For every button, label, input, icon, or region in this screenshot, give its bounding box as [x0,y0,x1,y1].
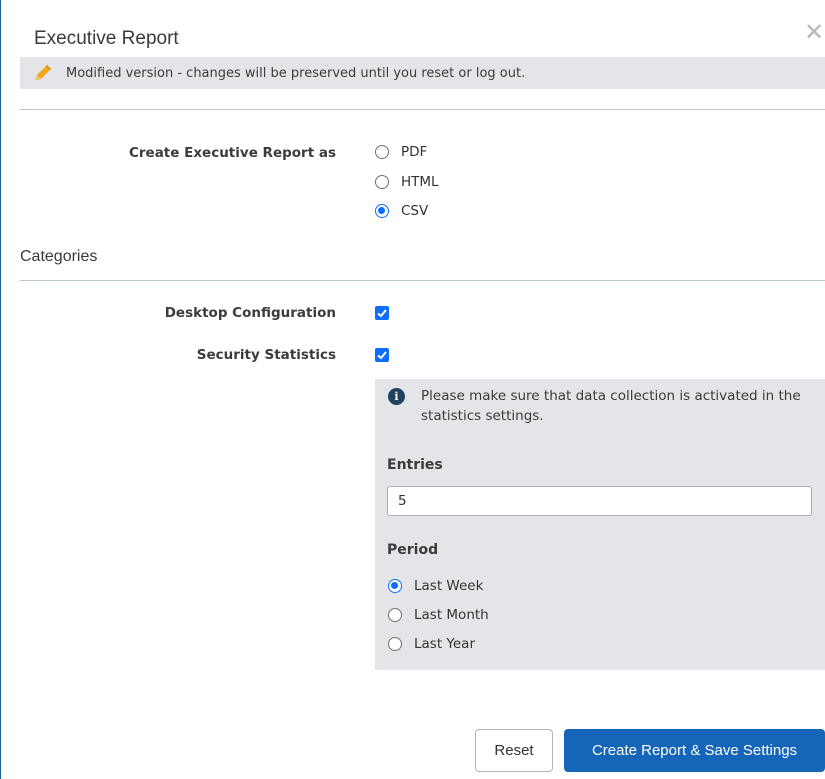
radio-html-button[interactable] [375,175,389,189]
desktop-configuration-checkbox[interactable] [375,306,389,320]
radio-pdf[interactable]: PDF [375,144,427,160]
period-label: Period [387,542,439,558]
create-report-button[interactable]: Create Report & Save Settings [564,729,825,772]
radio-html[interactable]: HTML [375,174,439,190]
divider [20,280,825,281]
notice-text: Modified version - changes will be prese… [66,65,526,81]
format-label: Create Executive Report as [128,145,336,161]
security-statistics-checkbox[interactable] [375,348,389,362]
radio-csv-label: CSV [401,203,429,219]
entries-label: Entries [387,457,443,473]
radio-last-month-label: Last Month [414,607,489,623]
radio-last-year-label: Last Year [414,636,475,652]
radio-last-year-button[interactable] [388,637,402,651]
security-statistics-label: Security Statistics [196,347,336,363]
radio-last-year[interactable]: Last Year [388,636,475,652]
dialog-border [0,0,1,779]
radio-csv[interactable]: CSV [375,203,428,219]
radio-pdf-button[interactable] [375,145,389,159]
info-icon: i [388,388,405,405]
radio-pdf-label: PDF [401,144,428,160]
modified-notice: Modified version - changes will be prese… [20,57,825,89]
categories-heading: Categories [20,248,98,265]
radio-last-week[interactable]: Last Week [388,578,483,594]
dialog-title: Executive Report [34,28,179,49]
info-message: Please make sure that data collection is… [421,388,801,424]
radio-csv-button[interactable] [375,204,389,218]
pencil-icon [35,65,51,80]
entries-input[interactable] [387,486,812,516]
close-icon[interactable]: ✕ [804,20,824,44]
radio-html-label: HTML [401,174,439,190]
checkmark-icon [377,351,387,360]
radio-last-month-button[interactable] [388,608,402,622]
checkmark-icon [377,309,387,318]
radio-last-week-label: Last Week [414,578,484,594]
radio-last-week-button[interactable] [388,579,402,593]
divider [20,109,825,110]
desktop-configuration-label: Desktop Configuration [164,305,336,321]
executive-report-dialog: Executive Report ✕ Modified version - ch… [0,0,825,779]
reset-button[interactable]: Reset [475,729,553,772]
radio-last-month[interactable]: Last Month [388,607,489,623]
